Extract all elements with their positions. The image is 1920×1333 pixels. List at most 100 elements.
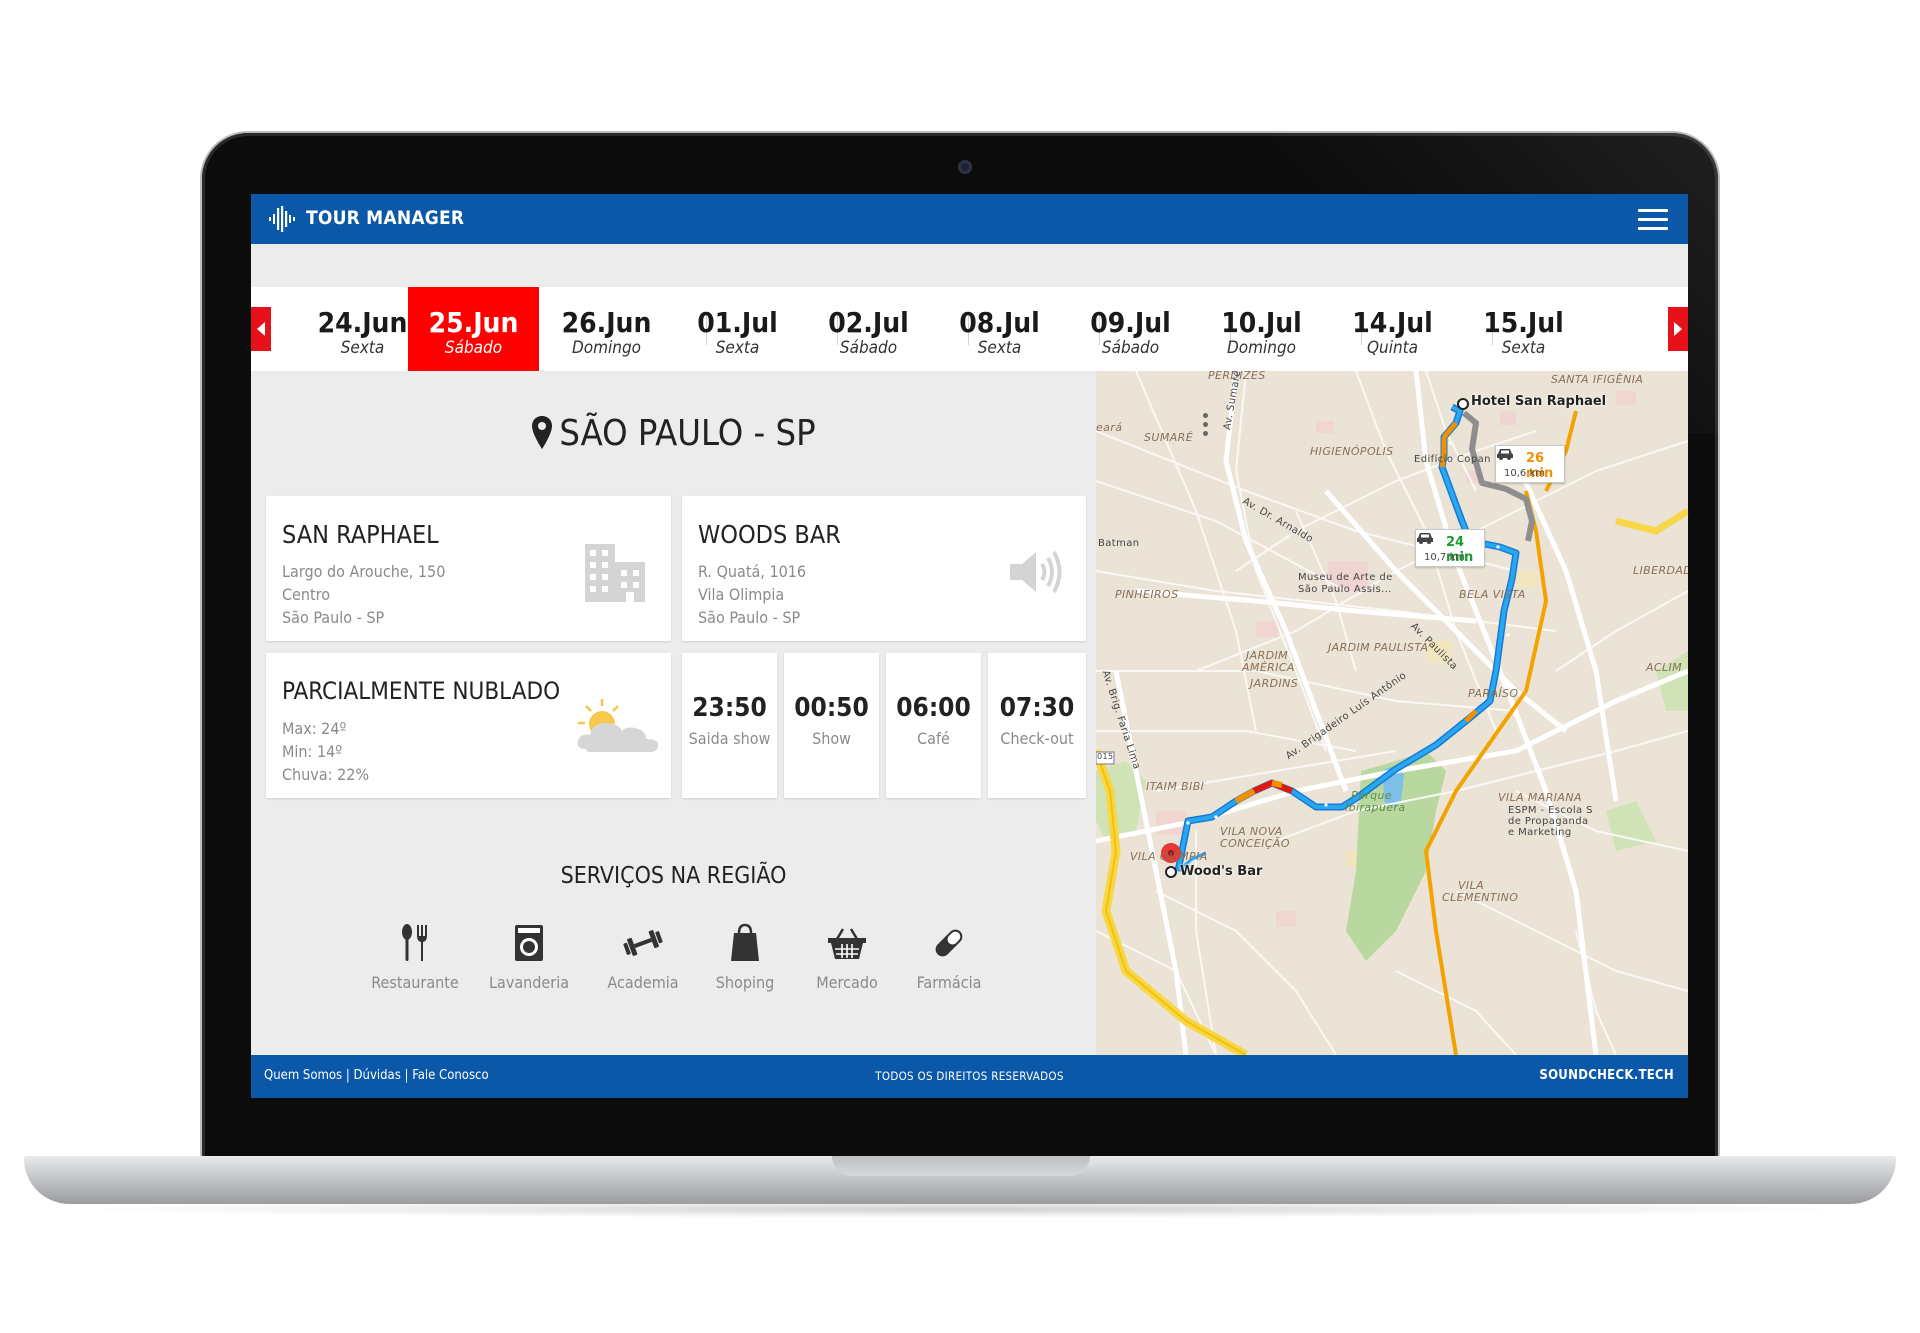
map-label: Museu de Arte de <box>1298 572 1393 583</box>
map-label: eará <box>1096 421 1123 434</box>
destination-label: Wood's Bar <box>1180 864 1263 879</box>
weekday-label: Sábado <box>839 338 898 358</box>
hamburger-menu-icon[interactable] <box>1638 209 1668 231</box>
map-canvas <box>1096 371 1688 1055</box>
schedule-time: 23:50 <box>692 693 767 723</box>
date-item[interactable]: 01.Jul Sexta <box>672 287 803 371</box>
origin-label: Hotel San Raphael <box>1471 394 1607 409</box>
date-item[interactable]: 08.Jul Sexta <box>934 287 1065 371</box>
date-item-active[interactable]: 25.Jun Sábado <box>408 287 539 371</box>
primary-route-info[interactable]: 24 min 10,7 km <box>1415 529 1485 567</box>
service-label: Restaurante <box>371 973 459 992</box>
date-label: 08.Jul <box>959 306 1040 339</box>
map-label: PINHEIROS <box>1115 588 1179 601</box>
route-map[interactable]: PERDIZES SANTA IFIGÊNIA eará SUMARÉ HIGI… <box>1096 371 1688 1055</box>
date-label: 25.Jun <box>428 306 519 339</box>
venue-address-line: São Paulo - SP <box>698 608 801 627</box>
date-item[interactable]: 14.Jul Quinta <box>1327 287 1458 371</box>
service-shoping[interactable]: Shoping <box>695 923 795 992</box>
service-label: Farmácia <box>916 973 982 992</box>
date-label: 14.Jul <box>1352 306 1433 339</box>
date-label: 15.Jul <box>1483 306 1564 339</box>
map-label: JARDINS <box>1250 677 1299 690</box>
map-label: AMÉRICA <box>1242 661 1295 674</box>
map-label: Batman <box>1098 538 1140 549</box>
map-label: e Marketing <box>1508 827 1572 838</box>
hotel-card[interactable]: SAN RAPHAEL Largo do Arouche, 150 Centro… <box>266 496 671 641</box>
venue-card[interactable]: WOODS BAR R. Quatá, 1016 Vila Olimpia Sã… <box>682 496 1086 641</box>
service-academia[interactable]: Academia <box>593 923 693 992</box>
hotel-address-line: São Paulo - SP <box>282 608 385 627</box>
date-item[interactable]: 02.Jul Sábado <box>803 287 934 371</box>
weather-condition: PARCIALMENTE NUBLADO <box>282 677 561 705</box>
weather-min: Min: 14º <box>282 742 343 761</box>
map-label: PARAÍSO <box>1468 687 1519 700</box>
city-name: SÃO PAULO - SP <box>559 413 816 454</box>
service-label: Lavanderia <box>488 973 570 992</box>
schedule-card: 06:00 Café <box>886 653 981 798</box>
service-mercado[interactable]: Mercado <box>797 923 897 992</box>
service-label: Academia <box>607 973 679 992</box>
weekday-label: Domingo <box>571 338 642 358</box>
map-options-icon[interactable] <box>1201 413 1209 443</box>
building-icon <box>585 544 645 602</box>
service-label: Mercado <box>816 973 878 992</box>
service-farmacia[interactable]: Farmácia <box>899 923 999 992</box>
map-label: CONCEIÇÃO <box>1220 837 1290 850</box>
alt-route-info[interactable]: 26 min 10,6 km <box>1495 445 1565 483</box>
map-label: SANTA IFIGÊNIA <box>1551 373 1644 386</box>
city-heading: SÃO PAULO - SP <box>251 413 1096 454</box>
map-label: ITAIM BIBI <box>1146 780 1205 793</box>
weekday-label: Quinta <box>1366 338 1419 358</box>
schedule-time: 00:50 <box>794 693 869 723</box>
map-pin-icon <box>532 416 553 449</box>
hotel-address-line: Largo do Arouche, 150 <box>282 562 446 581</box>
date-item[interactable]: 26.Jun Domingo <box>541 287 672 371</box>
schedule-label: Show <box>812 729 851 748</box>
footer-brand-link[interactable]: SOUNDCHECK.TECH <box>1539 1068 1674 1083</box>
prev-date-arrow-icon[interactable] <box>251 307 271 351</box>
weekday-label: Sábado <box>1101 338 1160 358</box>
app-footer: Quem Somos | Dúvidas | Fale Conosco TODO… <box>251 1055 1688 1098</box>
venue-name: WOODS BAR <box>698 520 841 549</box>
speaker-icon <box>1010 551 1062 593</box>
map-label: São Paulo Assis... <box>1298 584 1392 595</box>
map-label: HIGIENÓPOLIS <box>1310 445 1394 458</box>
date-strip: 24.Jun Sexta 25.Jun Sábado 26.Jun Domingo 0… <box>251 287 1688 371</box>
date-label: 02.Jul <box>828 306 909 339</box>
date-label: 01.Jul <box>697 306 778 339</box>
schedule-card: 23:50 Saida show <box>682 653 777 798</box>
map-label: VILA OLÍMPIA <box>1130 850 1208 863</box>
date-label: 09.Jul <box>1090 306 1171 339</box>
car-icon <box>1417 533 1433 544</box>
schedule-card: 07:30 Check-out <box>988 653 1086 798</box>
next-date-arrow-icon[interactable] <box>1668 307 1688 351</box>
service-label: Shoping <box>715 973 775 992</box>
map-label: BELA VISTA <box>1459 588 1526 601</box>
basket-icon <box>828 928 866 959</box>
webcam <box>958 160 972 174</box>
schedule-label: Saida show <box>688 729 771 748</box>
date-label: 10.Jul <box>1221 306 1302 339</box>
schedule-card: 00:50 Show <box>784 653 879 798</box>
map-label: LIBERDAD <box>1633 564 1688 577</box>
hotel-address-line: Centro <box>282 585 331 604</box>
date-item[interactable]: 15.Jul Sexta <box>1458 287 1589 371</box>
schedule-label: Café <box>917 729 950 748</box>
map-label: SUMARÉ <box>1144 431 1194 444</box>
map-label: Edifício Copan <box>1414 454 1491 465</box>
map-label: ESPM - Escola S <box>1508 805 1593 816</box>
weekday-label: Sexta <box>715 338 760 358</box>
app-brand: TOUR MANAGER <box>306 207 465 229</box>
highway-shield-label: 015 <box>1097 752 1114 761</box>
service-lavanderia[interactable]: Lavanderia <box>479 923 579 992</box>
weather-card: PARCIALMENTE NUBLADO Max: 24º Min: 14º C… <box>266 653 671 798</box>
map-label: de Propaganda <box>1508 816 1589 827</box>
service-restaurante[interactable]: Restaurante <box>365 923 465 992</box>
date-item[interactable]: 10.Jul Domingo <box>1196 287 1327 371</box>
date-item[interactable]: 09.Jul Sábado <box>1065 287 1196 371</box>
weather-max: Max: 24º <box>282 719 347 738</box>
laptop-notch <box>832 1156 1090 1176</box>
services-title: SERVIÇOS NA REGIÃO <box>560 863 787 889</box>
weather-rain: Chuva: 22% <box>282 765 370 784</box>
